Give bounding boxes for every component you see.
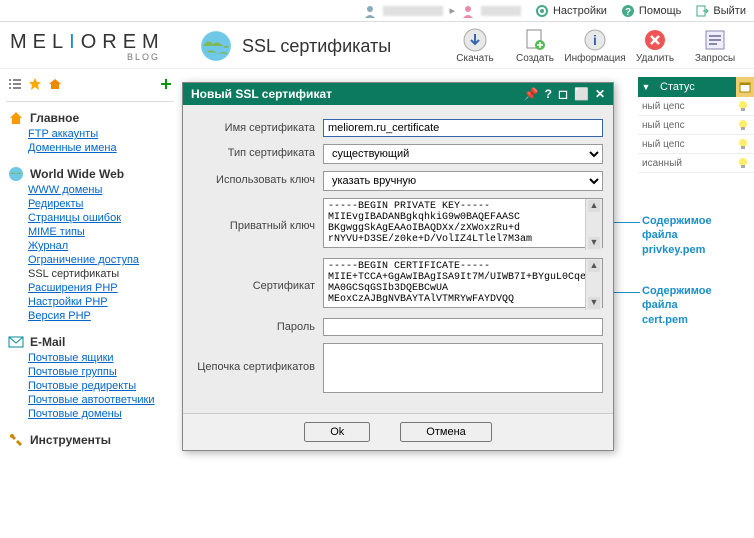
logo: MELIOREM BLOG	[10, 31, 190, 62]
requests-icon	[703, 28, 727, 52]
help-icon[interactable]: ?	[545, 87, 552, 101]
top-bar: ▸ Настройки ?Помощь Выйти	[0, 0, 754, 22]
globe-icon	[198, 28, 234, 64]
bulb-icon	[736, 99, 750, 113]
toolbar: Скачать Создать i Информация Удалить Зап…	[446, 28, 744, 64]
pin-icon[interactable]: 📌	[524, 87, 539, 101]
cert-name-input[interactable]	[323, 119, 603, 137]
sidebar-link[interactable]: Почтовые ящики	[28, 352, 114, 364]
status-row: ный цепс	[638, 97, 754, 116]
user-icon	[461, 4, 475, 18]
svg-text:?: ?	[625, 7, 631, 18]
requests-button[interactable]: Запросы	[686, 28, 744, 64]
sidebar-link[interactable]: WWW домены	[28, 184, 102, 196]
logout-icon	[695, 4, 709, 18]
sidebar-link[interactable]: Страницы ошибок	[28, 212, 121, 224]
modal-new-ssl: Новый SSL сертификат 📌 ? ◻ ⬜ ✕ Имя серти…	[182, 82, 614, 451]
sidebar-link[interactable]: Настройки PHP	[28, 296, 108, 308]
sidebar-section-main[interactable]: Главное	[6, 110, 174, 126]
sidebar: Главное FTP аккаунты Доменные имена Worl…	[0, 69, 180, 468]
password-input[interactable]	[323, 318, 603, 336]
sidebar-link[interactable]: Версия PHP	[28, 310, 91, 322]
annotation-cert: Содержимое файла cert.pem	[642, 284, 712, 327]
list-icon[interactable]	[8, 77, 22, 91]
sidebar-section-www[interactable]: World Wide Web	[6, 166, 174, 182]
close-icon[interactable]: ✕	[595, 87, 605, 101]
email-icon	[8, 334, 24, 350]
logout-link[interactable]: Выйти	[695, 4, 746, 18]
modal-title-bar[interactable]: Новый SSL сертификат 📌 ? ◻ ⬜ ✕	[183, 83, 613, 105]
bulb-icon	[736, 118, 750, 132]
bulb-icon	[736, 137, 750, 151]
label-certificate: Сертификат	[193, 258, 323, 292]
sidebar-link-domains[interactable]: Доменные имена	[28, 142, 117, 154]
home-orange-icon	[8, 110, 24, 126]
add-icon[interactable]	[160, 78, 172, 90]
use-key-select[interactable]: указать вручную	[323, 171, 603, 191]
ok-button[interactable]: Ok	[304, 422, 370, 442]
star-icon[interactable]	[28, 77, 42, 91]
label-cert-name: Имя сертификата	[193, 119, 323, 134]
cert-type-select[interactable]: существующий	[323, 144, 603, 164]
settings-link[interactable]: Настройки	[535, 4, 607, 18]
sidebar-link-ftp[interactable]: FTP аккаунты	[28, 128, 98, 140]
annotation-privkey: Содержимое файла privkey.pem	[642, 214, 712, 257]
label-use-key: Использовать ключ	[193, 171, 323, 186]
gear-icon	[535, 4, 549, 18]
chain-textarea[interactable]	[323, 343, 603, 393]
home-icon[interactable]	[48, 77, 62, 91]
sidebar-link[interactable]: Почтовые редиректы	[28, 380, 136, 392]
delete-button[interactable]: Удалить	[626, 28, 684, 64]
status-row: ный цепс	[638, 116, 754, 135]
sidebar-link[interactable]: Почтовые автоответчики	[28, 394, 154, 406]
restore-icon[interactable]: ◻	[558, 87, 568, 101]
status-row: ный цепс	[638, 135, 754, 154]
sidebar-link[interactable]: Редиректы	[28, 198, 83, 210]
delete-icon	[643, 28, 667, 52]
sidebar-link[interactable]: MIME типы	[28, 226, 85, 238]
bulb-icon	[736, 156, 750, 170]
download-button[interactable]: Скачать	[446, 28, 504, 64]
info-icon: i	[583, 28, 607, 52]
sidebar-link[interactable]: Ограничение доступа	[28, 254, 139, 266]
sidebar-link[interactable]: Почтовые группы	[28, 366, 117, 378]
user-blur	[481, 6, 521, 16]
status-row: исанный	[638, 154, 754, 173]
header: MELIOREM BLOG SSL сертификаты Скачать Со…	[0, 22, 754, 69]
sidebar-section-tools[interactable]: Инструменты	[6, 432, 174, 448]
page-title: SSL сертификаты	[242, 36, 442, 57]
sidebar-link[interactable]: Журнал	[28, 240, 68, 252]
user-switcher[interactable]: ▸	[363, 4, 521, 18]
status-header[interactable]: Статус	[654, 77, 736, 97]
cancel-button[interactable]: Отмена	[400, 422, 491, 442]
sidebar-link[interactable]: Почтовые домены	[28, 408, 122, 420]
sidebar-link-ssl[interactable]: SSL сертификаты	[28, 268, 119, 280]
user-icon	[363, 4, 377, 18]
user-blur	[383, 6, 443, 16]
svg-text:i: i	[593, 32, 597, 48]
chevron-icon[interactable]: ▼	[638, 77, 654, 97]
label-private-key: Приватный ключ	[193, 198, 323, 232]
calendar-icon[interactable]	[736, 77, 754, 97]
tools-icon	[8, 432, 24, 448]
create-icon	[523, 28, 547, 52]
info-button[interactable]: i Информация	[566, 28, 624, 64]
download-icon	[463, 28, 487, 52]
sidebar-section-email[interactable]: E-Mail	[6, 334, 174, 350]
label-cert-type: Тип сертификата	[193, 144, 323, 159]
certificate-textarea[interactable]	[323, 258, 603, 308]
maximize-icon[interactable]: ⬜	[574, 87, 589, 101]
create-button[interactable]: Создать	[506, 28, 564, 64]
sidebar-link[interactable]: Расширения PHP	[28, 282, 118, 294]
label-password: Пароль	[193, 318, 323, 333]
globe-small-icon	[8, 166, 24, 182]
private-key-textarea[interactable]	[323, 198, 603, 248]
label-chain: Цепочка сертификатов	[193, 343, 323, 373]
help-link[interactable]: ?Помощь	[621, 4, 682, 18]
help-icon: ?	[621, 4, 635, 18]
